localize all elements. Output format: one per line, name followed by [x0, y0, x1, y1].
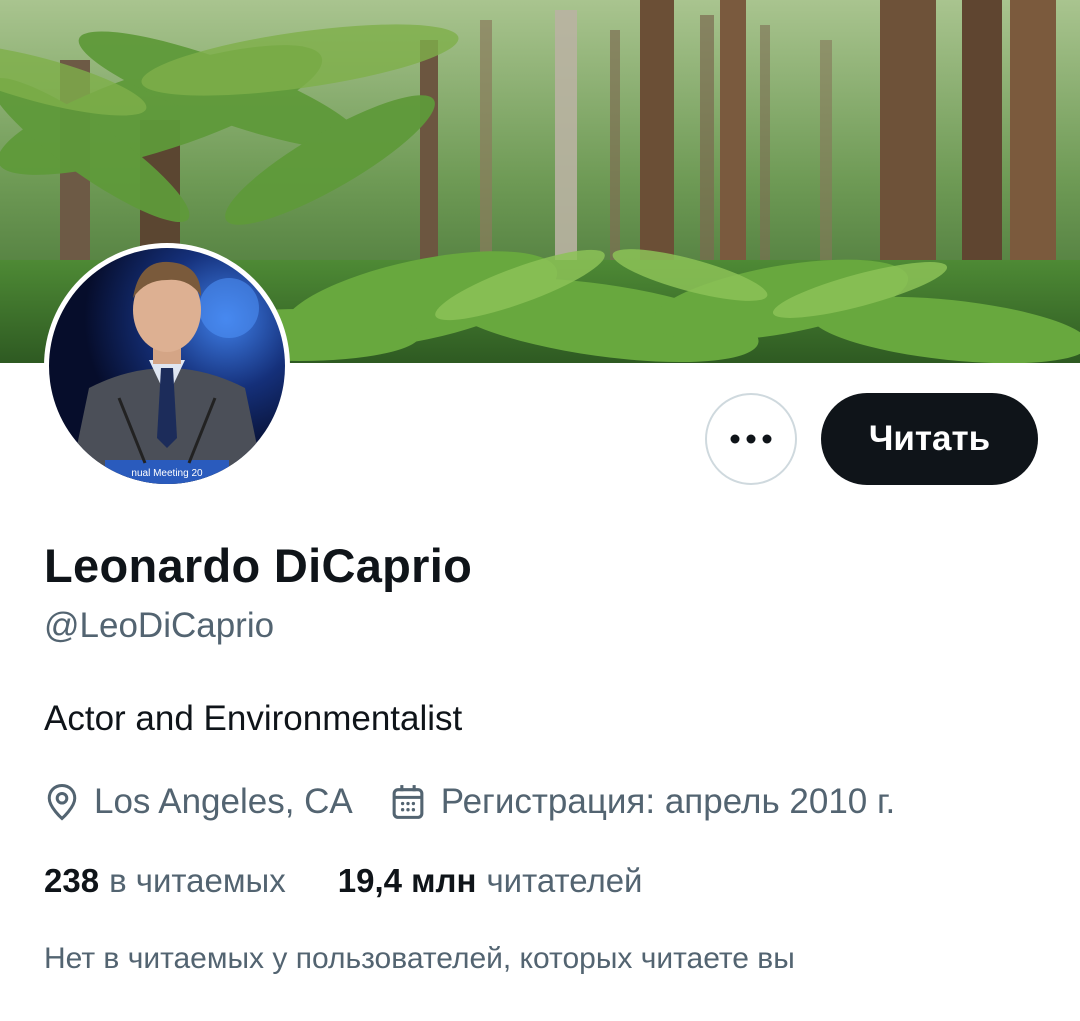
- location-pin-icon: [47, 783, 77, 821]
- more-options-button[interactable]: [705, 393, 797, 485]
- calendar-icon: [392, 785, 424, 819]
- avatar[interactable]: nual Meeting 20: [44, 243, 290, 489]
- followers-you-follow-note: Нет в читаемых у пользователей, которых …: [44, 942, 795, 975]
- location-text: Los Angeles, CA: [94, 782, 353, 821]
- follow-button[interactable]: Читать: [821, 393, 1038, 485]
- avatar-photo: nual Meeting 20: [49, 248, 285, 484]
- following-link[interactable]: 238 в читаемых: [44, 862, 286, 900]
- profile-display-name: Leonardo DiCaprio: [44, 539, 473, 592]
- more-horizontal-icon: [730, 434, 772, 444]
- profile-location: Los Angeles, CA: [44, 782, 353, 822]
- following-label: в читаемых: [109, 862, 286, 899]
- following-count: 238: [44, 862, 100, 899]
- profile-bio: Actor and Environmentalist: [44, 699, 463, 738]
- profile-handle: @LeoDiCaprio: [44, 606, 275, 645]
- followers-count: 19,4 млн: [337, 862, 477, 899]
- profile-stats: 238 в читаемых 19,4 млн читателей: [44, 862, 643, 900]
- followers-label: читателей: [486, 862, 643, 899]
- followers-link[interactable]: 19,4 млн читателей: [338, 862, 643, 900]
- svg-text:nual Meeting 20: nual Meeting 20: [131, 468, 203, 479]
- profile-meta: Los Angeles, CA Регистрация: апрель 2010…: [44, 780, 895, 824]
- joined-text: Регистрация: апрель 2010 г.: [440, 782, 896, 821]
- profile-joined: Регистрация: апрель 2010 г.: [389, 782, 895, 822]
